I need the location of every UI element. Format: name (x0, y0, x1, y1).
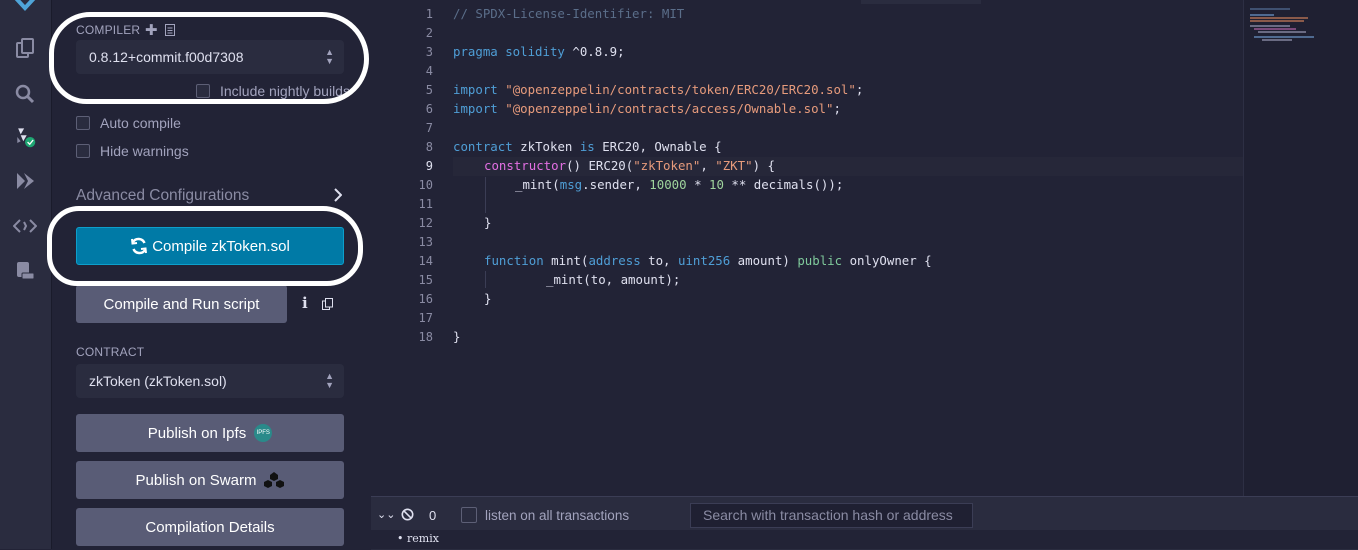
editor-minimap[interactable] (1243, 0, 1358, 496)
icon-rail (0, 0, 52, 549)
debugger-icon[interactable] (13, 214, 37, 238)
code-line-18: } (453, 329, 461, 344)
auto-compile-label: Auto compile (100, 115, 181, 131)
terminal-output-item: • remix (397, 532, 439, 545)
code-line-14: function mint(address to, uint256 amount… (484, 253, 932, 268)
listen-all-tx-label: listen on all transactions (485, 507, 630, 523)
line-number: 14 (418, 254, 433, 268)
remix-logo-icon[interactable] (10, 0, 40, 16)
line-number: 1 (425, 7, 433, 21)
line-number: 6 (425, 102, 433, 116)
collapse-terminal-icon[interactable]: ⌄⌄ (377, 508, 395, 521)
compilation-details-button[interactable]: Compilation Details (76, 508, 344, 546)
publish-ipfs-button[interactable]: Publish on Ipfs IPFS (76, 414, 344, 452)
code-editor[interactable]: 1 2 3 4 5 6 7 8 9 10 11 12 13 14 15 16 17 18 // SPDX-Lice… (371, 0, 1358, 496)
chevron-right-icon[interactable] (334, 188, 343, 207)
listen-all-tx-row[interactable]: listen on all transactions (461, 507, 629, 523)
line-number: 9 (425, 159, 433, 173)
hide-warnings-checkbox[interactable] (76, 144, 90, 158)
line-number: 16 (418, 292, 433, 306)
clear-console-icon[interactable] (401, 508, 414, 526)
code-line-12: } (484, 215, 492, 230)
compile-run-script-label: Compile and Run script (103, 295, 260, 313)
advanced-configurations-toggle[interactable]: Advanced Configurations (76, 187, 249, 205)
publish-swarm-button[interactable]: Publish on Swarm (76, 461, 344, 499)
line-number: 4 (425, 64, 433, 78)
compiler-panel: COMPILER ✚ 0.8.12+commit.f00d7308 ▲ ▼ Inc… (47, 0, 370, 549)
line-number: 3 (425, 45, 433, 59)
info-icon[interactable]: i (302, 294, 308, 312)
deploy-run-icon[interactable] (13, 169, 37, 193)
code-line-10: _mint(msg.sender, 10000 * 10 ** decimals… (515, 177, 844, 192)
file-explorer-icon[interactable] (13, 37, 37, 61)
code-line-6: import "@openzeppelin/contracts/access/O… (453, 101, 841, 116)
publish-swarm-label: Publish on Swarm (135, 471, 257, 489)
code-line-3: pragma solidity ^0.8.9; (453, 44, 625, 59)
hide-warnings-label: Hide warnings (100, 143, 189, 159)
listen-all-tx-checkbox[interactable] (461, 507, 477, 523)
code-line-8: contract zkToken is ERC20, Ownable { (453, 139, 722, 154)
hide-warnings-row[interactable]: Hide warnings (76, 143, 189, 159)
compilation-details-label: Compilation Details (145, 518, 275, 536)
terminal-output: • remix (371, 530, 1358, 549)
code-line-1: // SPDX-License-Identifier: MIT (453, 6, 685, 21)
line-number: 5 (425, 83, 433, 97)
swarm-icon (264, 472, 285, 488)
line-number: 2 (425, 26, 433, 40)
auto-compile-checkbox[interactable] (76, 116, 90, 130)
pending-tx-count: 0 (429, 508, 437, 523)
line-number: 7 (425, 121, 433, 135)
line-number: 18 (418, 330, 433, 344)
search-icon[interactable] (13, 82, 37, 106)
annotation-circle-compiler (49, 12, 369, 104)
publish-ipfs-label: Publish on Ipfs (147, 424, 247, 442)
line-number: 13 (418, 235, 433, 249)
indent-guide (485, 177, 486, 213)
contract-select[interactable]: zkToken (zkToken.sol) ▲ ▼ (76, 364, 344, 398)
plugin-manager-icon[interactable] (13, 258, 37, 282)
code-line-5: import "@openzeppelin/contracts/token/ER… (453, 82, 864, 97)
auto-compile-row[interactable]: Auto compile (76, 115, 181, 131)
editor-tab-strip (861, 0, 981, 4)
indent-guide (485, 271, 486, 288)
line-number: 11 (418, 197, 433, 211)
line-number: 17 (418, 311, 433, 325)
code-line-9: constructor() ERC20("zkToken", "ZKT") { (484, 158, 775, 173)
ipfs-icon: IPFS (254, 424, 273, 442)
solidity-compiler-icon[interactable] (13, 125, 37, 149)
line-number: 12 (418, 216, 433, 230)
line-number: 8 (425, 140, 433, 154)
select-arrows-icon: ▲ ▼ (325, 371, 334, 390)
line-number: 10 (418, 178, 433, 192)
code-line-16: } (484, 291, 492, 306)
compile-run-script-button[interactable]: Compile and Run script (76, 285, 287, 323)
copy-icon[interactable] (322, 297, 333, 315)
line-number: 15 (418, 273, 433, 287)
contract-section-label: CONTRACT (76, 345, 145, 359)
code-line-15: _mint(to, amount); (546, 272, 681, 287)
contract-select-value: zkToken (zkToken.sol) (89, 373, 227, 389)
annotation-circle-compile-button (47, 206, 363, 286)
tx-search-input[interactable]: Search with transaction hash or address (690, 503, 973, 528)
